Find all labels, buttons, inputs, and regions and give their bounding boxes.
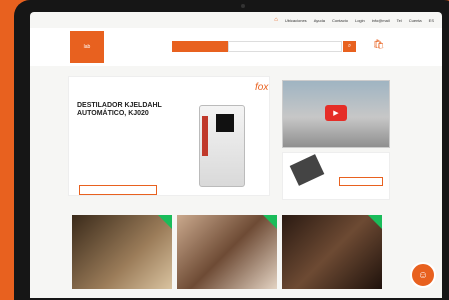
new-badge xyxy=(368,215,382,229)
hero-banner: DESTILADOR KJELDAHL AUTOMÁTICO, KJ020 fo… xyxy=(68,76,270,196)
new-badge xyxy=(158,215,172,229)
search-icon: ⌕ xyxy=(347,43,352,49)
device-panel xyxy=(202,116,208,156)
catalog-image xyxy=(289,154,325,186)
product-image xyxy=(199,105,245,187)
catalog-button[interactable] xyxy=(339,177,383,186)
topbar-item[interactable]: Ayuda xyxy=(314,18,325,23)
topbar-item[interactable]: ES xyxy=(429,18,434,23)
topbar-item[interactable]: Tel xyxy=(397,18,402,23)
site-header: lab ⌕ 🛍 xyxy=(30,28,442,66)
topbar-item[interactable]: Login xyxy=(355,18,365,23)
topbar-item[interactable]: Ubicaciones xyxy=(285,18,307,23)
category-photo[interactable] xyxy=(72,215,172,289)
video-thumbnail[interactable]: ▶ xyxy=(282,80,390,148)
topbar-item[interactable]: Cuenta xyxy=(409,18,422,23)
device-screen xyxy=(216,114,234,132)
chat-avatar-icon[interactable]: ☺ xyxy=(410,262,436,288)
site-logo[interactable]: lab xyxy=(70,31,104,63)
cart-icon[interactable]: 🛍 xyxy=(373,39,385,53)
category-button[interactable] xyxy=(172,41,228,52)
top-bar: ⌂ Ubicaciones Ayuda Contacto Login info@… xyxy=(30,12,442,28)
topbar-item[interactable]: info@mail xyxy=(372,18,390,23)
catalog-card xyxy=(282,152,390,200)
home-icon[interactable]: ⌂ xyxy=(274,17,278,23)
category-photo[interactable] xyxy=(177,215,277,289)
new-badge xyxy=(263,215,277,229)
brand-logo: fox xyxy=(255,82,269,93)
website-screen: ⌂ Ubicaciones Ayuda Contacto Login info@… xyxy=(30,12,442,298)
search-button[interactable]: ⌕ xyxy=(343,41,356,52)
play-icon[interactable]: ▶ xyxy=(325,105,347,121)
topbar-item[interactable]: Contacto xyxy=(332,18,348,23)
hero-title: DESTILADOR KJELDAHL AUTOMÁTICO, KJ020 xyxy=(77,102,162,117)
hero-cta-button[interactable] xyxy=(79,185,157,195)
search-input[interactable] xyxy=(228,41,342,52)
camera xyxy=(241,4,245,8)
category-photo[interactable] xyxy=(282,215,382,289)
